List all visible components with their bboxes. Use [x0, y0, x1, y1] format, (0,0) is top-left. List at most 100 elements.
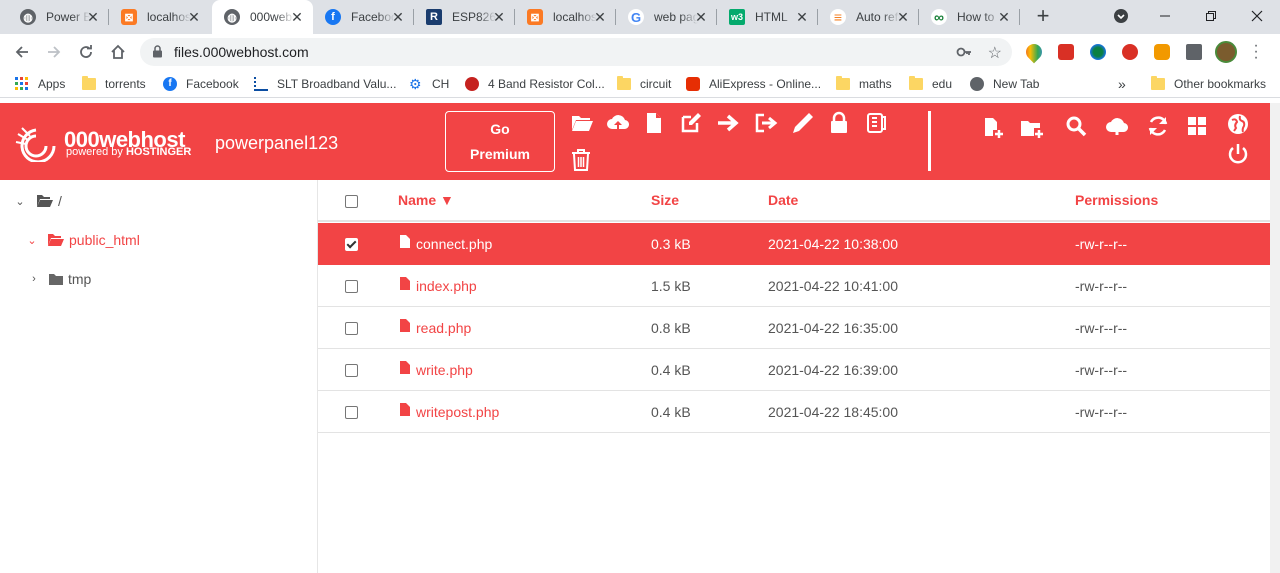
close-icon[interactable]: ✕ [289, 9, 305, 25]
extension-stop-icon[interactable] [1122, 44, 1138, 60]
bookmark-new-tab[interactable]: New Tab [970, 75, 1039, 93]
trash-icon[interactable] [568, 147, 594, 173]
avatar[interactable] [1215, 41, 1237, 63]
tab-9[interactable]: ∞ How to ✕ [919, 0, 1020, 34]
home-button[interactable] [106, 40, 130, 64]
sign-out-icon[interactable] [753, 110, 779, 136]
close-icon[interactable]: ✕ [794, 9, 810, 25]
row-checkbox[interactable] [345, 280, 358, 293]
file-permissions[interactable]: -rw-r--r-- [1075, 236, 1127, 252]
open-folder-icon[interactable] [569, 110, 595, 136]
edit-icon[interactable] [678, 110, 704, 136]
file-name[interactable]: index.php [416, 278, 477, 294]
chevron-down-icon[interactable]: ⌄ [26, 234, 38, 247]
file-permissions[interactable]: -rw-r--r-- [1075, 404, 1127, 420]
grid-view-icon[interactable] [1184, 113, 1210, 139]
close-icon[interactable]: ✕ [186, 9, 202, 25]
extension-pdf-icon[interactable] [1058, 44, 1074, 60]
row-checkbox[interactable] [345, 322, 358, 335]
lock-icon[interactable] [826, 110, 852, 136]
archive-icon[interactable] [863, 110, 889, 136]
go-premium-button[interactable]: Go Premium [445, 111, 555, 172]
page-scrollbar[interactable] [1270, 103, 1280, 573]
bookmark-circuit[interactable]: circuit [617, 75, 671, 93]
tab-search-button[interactable] [1098, 0, 1144, 32]
file-name[interactable]: write.php [416, 362, 473, 378]
extension-idm-icon[interactable] [1090, 44, 1106, 60]
chevron-down-icon[interactable]: ⌄ [14, 195, 26, 208]
close-icon[interactable]: ✕ [85, 9, 101, 25]
tab-6[interactable]: G web page ✕ [616, 0, 717, 34]
refresh-icon[interactable] [1145, 113, 1171, 139]
minimize-button[interactable] [1142, 0, 1188, 32]
bookmark-edu[interactable]: edu [909, 75, 952, 93]
column-size[interactable]: Size [651, 192, 679, 208]
close-icon[interactable]: ✕ [592, 9, 608, 25]
close-icon[interactable]: ✕ [491, 9, 507, 25]
column-permissions[interactable]: Permissions [1075, 192, 1158, 208]
close-window-button[interactable] [1234, 0, 1280, 32]
bookmarks-overflow-button[interactable]: » [1118, 75, 1126, 93]
forward-button[interactable] [42, 40, 66, 64]
file-name[interactable]: read.php [416, 320, 471, 336]
address-bar[interactable]: files.000webhost.com ☆ [140, 38, 1012, 66]
bookmark-maths[interactable]: maths [836, 75, 892, 93]
move-arrow-icon[interactable] [715, 110, 741, 136]
select-all-checkbox[interactable] [345, 195, 358, 208]
back-button[interactable] [10, 40, 34, 64]
tab-2[interactable]: ◍ 000webhost ✕ [212, 0, 313, 34]
close-icon[interactable]: ✕ [693, 9, 709, 25]
tab-4[interactable]: R ESP8266 ✕ [414, 0, 515, 34]
restore-button[interactable] [1188, 0, 1234, 32]
file-name[interactable]: connect.php [416, 236, 492, 252]
column-name[interactable]: Name ▼ [398, 192, 454, 208]
search-icon[interactable] [1063, 113, 1089, 139]
bookmark-torrents[interactable]: torrents [82, 75, 146, 93]
bookmark-resistor[interactable]: 4 Band Resistor Col... [465, 75, 605, 93]
tab-3[interactable]: f Facebook ✕ [313, 0, 414, 34]
new-tab-button[interactable]: + [1031, 5, 1055, 29]
file-name[interactable]: writepost.php [416, 404, 499, 420]
extension-heart-icon[interactable] [1022, 40, 1046, 64]
table-row[interactable]: index.php 1.5 kB 2021-04-22 10:41:00 -rw… [318, 265, 1270, 307]
row-checkbox[interactable] [345, 238, 358, 251]
file-permissions[interactable]: -rw-r--r-- [1075, 278, 1127, 294]
power-icon[interactable] [1225, 141, 1251, 167]
upload-cloud-icon[interactable] [605, 110, 631, 136]
bookmark-facebook[interactable]: f Facebook [163, 75, 239, 93]
bookmark-aliexpress[interactable]: AliExpress - Online... [686, 75, 821, 93]
reload-button[interactable] [74, 40, 98, 64]
bookmark-apps[interactable]: Apps [15, 75, 65, 93]
table-row[interactable]: writepost.php 0.4 kB 2021-04-22 18:45:00… [318, 391, 1270, 433]
close-icon[interactable]: ✕ [996, 9, 1012, 25]
new-file-plus-icon[interactable] [980, 115, 1006, 141]
tree-item-root[interactable]: ⌄ / [14, 191, 62, 211]
close-icon[interactable]: ✕ [390, 9, 406, 25]
chevron-right-icon[interactable]: › [28, 273, 40, 285]
other-bookmarks[interactable]: Other bookmarks [1151, 75, 1266, 93]
new-folder-icon[interactable] [1019, 115, 1045, 141]
row-checkbox[interactable] [345, 364, 358, 377]
tab-0[interactable]: ◍ Power BI ✕ [8, 0, 109, 34]
column-date[interactable]: Date [768, 192, 798, 208]
tab-8[interactable]: ≡ Auto refresh ✕ [818, 0, 919, 34]
bookmark-slt[interactable]: SLT Broadband Valu... [254, 75, 396, 93]
table-row[interactable]: read.php 0.8 kB 2021-04-22 16:35:00 -rw-… [318, 307, 1270, 349]
tree-item-public-html[interactable]: ⌄ public_html [26, 230, 139, 250]
new-file-icon[interactable] [641, 110, 667, 136]
extensions-puzzle-icon[interactable] [1186, 44, 1202, 60]
close-icon[interactable]: ✕ [895, 9, 911, 25]
table-row[interactable]: connect.php 0.3 kB 2021-04-22 10:38:00 -… [318, 223, 1270, 265]
extension-shield-icon[interactable] [1154, 44, 1170, 60]
tab-7[interactable]: w3 HTML ✕ [717, 0, 818, 34]
pencil-icon[interactable] [790, 110, 816, 136]
file-permissions[interactable]: -rw-r--r-- [1075, 362, 1127, 378]
table-row[interactable]: write.php 0.4 kB 2021-04-22 16:39:00 -rw… [318, 349, 1270, 391]
tab-1[interactable]: ⊠ localhost ✕ [109, 0, 210, 34]
file-permissions[interactable]: -rw-r--r-- [1075, 320, 1127, 336]
tree-item-tmp[interactable]: › tmp [28, 269, 91, 289]
row-checkbox[interactable] [345, 406, 358, 419]
chrome-menu-icon[interactable]: · · · [1253, 38, 1259, 66]
bookmark-ch[interactable]: ⚙ CH [409, 75, 449, 93]
globe-icon[interactable] [1225, 111, 1251, 137]
